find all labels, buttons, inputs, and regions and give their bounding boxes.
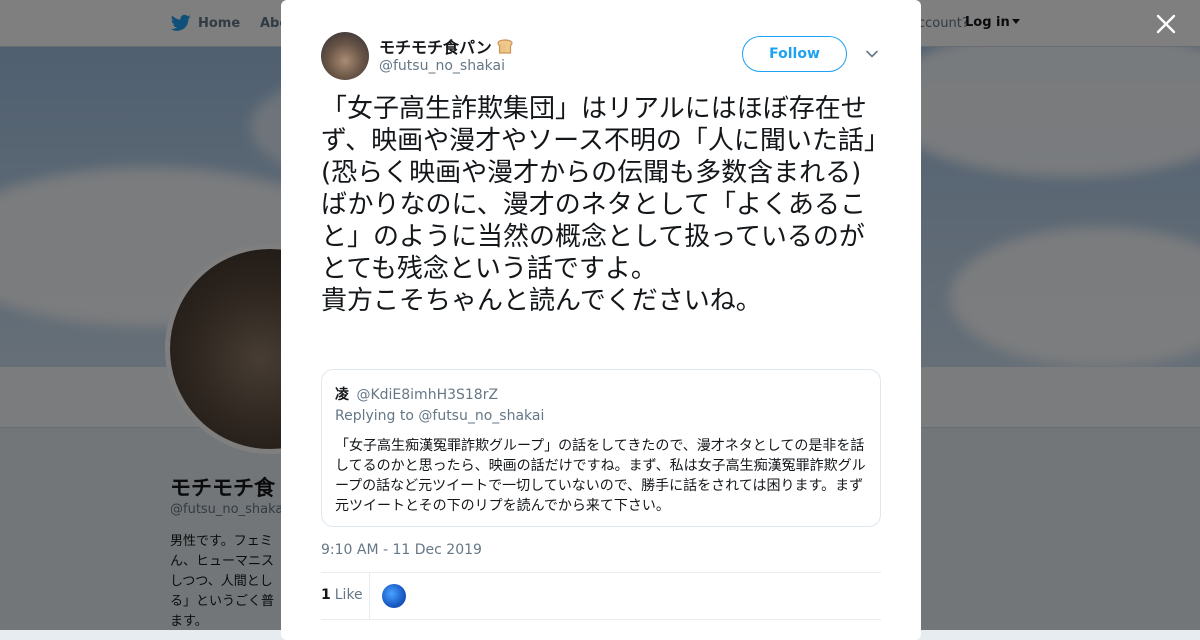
- replying-prefix: Replying to: [335, 408, 414, 424]
- quoted-tweet-card[interactable]: 凌 @KdiE8imhH3S18rZ Replying to @futsu_no…: [321, 369, 881, 527]
- quoted-author-name: 凌: [335, 387, 349, 403]
- author-name-text: モチモチ食パン: [379, 38, 492, 57]
- likes-count: 1: [321, 587, 331, 603]
- divider: [321, 572, 881, 573]
- quoted-tweet-text: 「女子高生痴漢冤罪詐欺グループ」の話をしてきたので、漫才ネタとしての是非を話して…: [335, 438, 866, 514]
- author-name[interactable]: モチモチ食パン: [379, 34, 515, 58]
- author-avatar[interactable]: [321, 32, 369, 80]
- bread-icon: [497, 39, 513, 54]
- likes-label: Like: [334, 587, 363, 603]
- likes-stat[interactable]: 1 Like: [321, 587, 363, 603]
- stats-separator: [369, 573, 370, 619]
- follow-button[interactable]: Follow: [742, 36, 847, 72]
- replying-handle-link[interactable]: @futsu_no_shakai: [418, 408, 544, 424]
- close-icon: [1156, 14, 1176, 34]
- quoted-replying-to: Replying to @futsu_no_shakai: [335, 408, 544, 424]
- close-button[interactable]: [1154, 12, 1178, 36]
- tweet-timestamp[interactable]: 9:10 AM - 11 Dec 2019: [321, 542, 482, 558]
- author-handle[interactable]: @futsu_no_shakai: [379, 58, 505, 74]
- quoted-tweet-header: 凌 @KdiE8imhH3S18rZ: [335, 384, 498, 404]
- tweet-modal: モチモチ食パン @futsu_no_shakai Follow 「女子高生詐欺集…: [281, 0, 921, 640]
- chevron-down-icon[interactable]: [865, 48, 879, 60]
- divider: [321, 619, 881, 620]
- liker-avatar[interactable]: [382, 584, 406, 608]
- tweet-text: 「女子高生詐欺集団」はリアルにはほぼ存在せず、映画や漫才やソース不明の「人に聞い…: [321, 94, 877, 316]
- quoted-author-handle: @KdiE8imhH3S18rZ: [356, 387, 499, 403]
